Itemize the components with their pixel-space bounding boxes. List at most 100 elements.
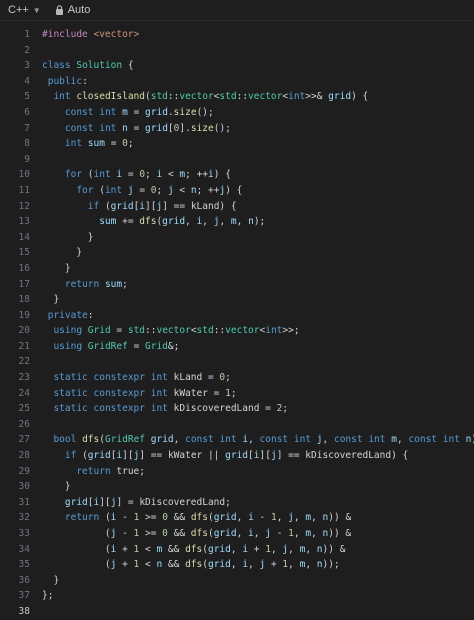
language-selector[interactable]: C++ ▼ (8, 4, 41, 16)
code-line[interactable]: 32 return (i - 1 >= 0 && dfs(grid, i - 1… (0, 510, 474, 526)
line-number: 30 (18, 481, 30, 493)
code-line[interactable]: 1 #include <vector> (0, 27, 474, 43)
code-text: (j - 1 >= 0 && dfs(grid, i, j - 1, m, n)… (42, 528, 352, 539)
line-number: 19 (18, 309, 30, 321)
code-text: (j + 1 < n && dfs(grid, i, j + 1, m, n))… (42, 559, 340, 571)
code-line[interactable]: 13 sum += dfs(grid, i, j, m, n); (0, 214, 474, 230)
code-line[interactable]: 24 static constexpr int kWater = 1; (0, 386, 474, 402)
line-number: 24 (18, 387, 30, 399)
code-text: if (grid[i][j] == kLand) { (87, 200, 237, 212)
line-number: 26 (18, 418, 30, 430)
line-number: 10 (18, 169, 30, 181)
code-editor[interactable]: 1 #include <vector> 2 3 class Solution {4 pu… (0, 27, 474, 620)
line-number: 3 (24, 60, 30, 72)
code-line[interactable]: 17 return sum; (0, 277, 474, 293)
code-text: if (grid[i][j] == kWater || grid[i][j] =… (64, 450, 409, 462)
line-number: 25 (18, 403, 30, 415)
language-label: C++ (8, 4, 29, 16)
line-number: 36 (18, 574, 30, 586)
code-text: return true; (76, 465, 145, 477)
code-text: } (42, 481, 71, 493)
code-line[interactable]: 27 bool dfs(GridRef grid, const int i, c… (0, 432, 474, 448)
code-line[interactable]: 16 } (0, 261, 474, 277)
line-number: 11 (18, 184, 30, 196)
code-line[interactable]: 20 using Grid = std::vector<std::vector<… (0, 323, 474, 339)
line-number: 21 (18, 340, 30, 352)
code-line[interactable]: 28 if (grid[i][j] == kWater || grid[i][j… (0, 448, 474, 464)
code-text: } (42, 262, 71, 274)
line-number: 27 (18, 434, 30, 446)
code-line[interactable]: 3 class Solution { (0, 58, 474, 74)
code-line[interactable]: 23 static constexpr int kLand = 0; (0, 370, 474, 386)
code-text: for (int i = 0; i < m; ++i) { (64, 169, 231, 181)
code-text: static constexpr int kDiscoveredLand = 2… (53, 403, 289, 415)
line-number: 15 (18, 247, 30, 259)
line-number: 14 (18, 231, 30, 243)
code-text: (i + 1 < m && dfs(grid, i + 1, j, m, n))… (42, 543, 346, 555)
code-line[interactable]: 35 (j + 1 < n && dfs(grid, i, j + 1, m, … (0, 557, 474, 573)
line-number: 9 (24, 153, 30, 165)
line-number: 23 (18, 372, 30, 384)
code-line[interactable]: 26 (0, 417, 474, 433)
code-line[interactable]: 21 using GridRef = Grid&; (0, 339, 474, 355)
line-number: 7 (24, 122, 30, 134)
code-text: return sum; (64, 278, 128, 290)
code-line[interactable]: 30 } (0, 479, 474, 495)
code-text: for (int j = 0; j < n; ++j) { (76, 184, 243, 196)
code-line[interactable]: 5 int closedIsland(std::vector<std::vect… (0, 89, 474, 105)
line-number: 17 (18, 278, 30, 290)
code-text: } (42, 294, 60, 306)
code-line[interactable]: 38 (0, 604, 474, 620)
code-line[interactable]: 34 (i + 1 < m && dfs(grid, i + 1, j, m, … (0, 542, 474, 558)
code-line[interactable]: 8 int sum = 0; (0, 136, 474, 152)
code-line[interactable]: 25 static constexpr int kDiscoveredLand … (0, 401, 474, 417)
code-text: static constexpr int kLand = 0; (53, 372, 231, 384)
code-text: } (42, 574, 60, 586)
chevron-down-icon: ▼ (32, 5, 41, 15)
line-number: 6 (24, 106, 30, 118)
line-number: 35 (18, 559, 30, 571)
code-text: private: (47, 309, 94, 321)
code-line[interactable]: 36 } (0, 573, 474, 589)
code-text: using Grid = std::vector<std::vector<int… (53, 325, 300, 337)
code-line[interactable]: 15 } (0, 245, 474, 261)
code-line[interactable]: 11 for (int j = 0; j < n; ++j) { (0, 183, 474, 199)
line-number: 4 (24, 75, 30, 87)
code-text: int closedIsland(std::vector<std::vector… (53, 91, 369, 103)
code-text: const int n = grid[0].size(); (64, 122, 231, 134)
line-number: 34 (18, 543, 30, 555)
code-text: return (i - 1 >= 0 && dfs(grid, i - 1, j… (64, 512, 352, 524)
code-line[interactable]: 31 grid[i][j] = kDiscoveredLand; (0, 495, 474, 511)
code-text: bool dfs(GridRef grid, const int i, cons… (53, 434, 474, 446)
code-text: }; (42, 590, 54, 602)
line-number: 1 (24, 29, 30, 40)
line-number: 28 (18, 450, 30, 462)
code-line[interactable]: 9 (0, 152, 474, 168)
code-line[interactable]: 14 } (0, 230, 474, 246)
code-line[interactable]: 10 for (int i = 0; i < m; ++i) { (0, 167, 474, 183)
autocomplete-mode[interactable]: Auto (55, 4, 91, 16)
mode-label: Auto (67, 4, 91, 16)
code-line[interactable]: 12 if (grid[i][j] == kLand) { (0, 199, 474, 215)
code-text: int sum = 0; (64, 138, 134, 150)
code-line[interactable]: 2 (0, 43, 474, 59)
code-line[interactable]: 29 return true; (0, 464, 474, 480)
code-line[interactable]: 4 public: (0, 74, 474, 90)
code-text: public: (47, 75, 88, 87)
code-line[interactable]: 18 } (0, 292, 474, 308)
code-line[interactable]: 33 (j - 1 >= 0 && dfs(grid, i, j - 1, m,… (0, 526, 474, 542)
code-line[interactable]: 19 private: (0, 308, 474, 324)
line-number: 5 (24, 91, 30, 103)
line-number: 22 (18, 356, 30, 368)
lock-icon (55, 5, 63, 15)
line-number: 2 (24, 44, 30, 56)
code-line[interactable]: 6 const int m = grid.size(); (0, 105, 474, 121)
editor-toolbar: C++ ▼ Auto (0, 0, 474, 21)
code-line[interactable]: 37}; (0, 588, 474, 604)
code-line[interactable]: 22 (0, 354, 474, 370)
code-line[interactable]: 7 const int n = grid[0].size(); (0, 121, 474, 137)
code-text: using GridRef = Grid&; (53, 340, 180, 352)
line-number: 32 (18, 512, 30, 524)
line-number: 29 (18, 465, 30, 477)
code-text: static constexpr int kWater = 1; (53, 387, 237, 399)
